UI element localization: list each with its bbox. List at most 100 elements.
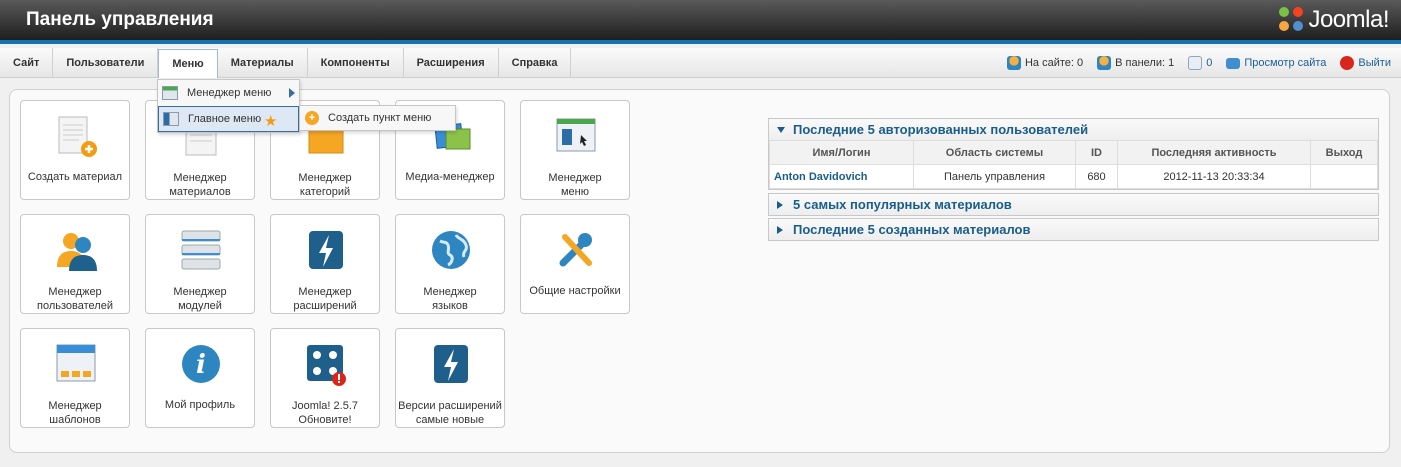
logo-text: Joomla! [1308,6,1389,33]
tile-label: Менеджер [548,172,602,184]
admin-status: В панели: 1 [1097,56,1174,70]
tile-label: Мой профиль [164,399,236,411]
menu-menus[interactable]: Меню [158,49,218,78]
messages-icon [1188,56,1203,70]
tile-label: Менеджер [298,172,352,184]
col-last-activity: Последняя активность [1117,140,1311,165]
users-icon [57,233,97,271]
main-menubar: Сайт Пользователи Меню Материалы Компоне… [0,48,1401,78]
user-id: 680 [1075,164,1118,189]
module-latest-header[interactable]: Последние 5 созданных материалов [769,219,1378,240]
view-site-label: Просмотр сайта [1244,57,1327,69]
svg-text:i: i [196,350,206,380]
module-popular-header[interactable]: 5 самых популярных материалов [769,194,1378,215]
col-logout: Выход [1310,140,1378,165]
main-menu-icon [163,112,179,126]
chevron-right-icon [777,225,783,234]
col-name: Имя/Логин [769,140,914,165]
lightning-icon [434,345,468,383]
tile-label: Общие настройки [529,285,621,297]
tile-label: Менеджер [48,400,102,412]
joomla-update-icon [307,345,346,386]
tile-template-manager[interactable]: Менеджер шаблонов [20,328,130,428]
module-logged-title: Последние 5 авторизованных пользователей [793,122,1089,137]
tile-global-config[interactable]: Общие настройки [520,214,630,314]
menu-help[interactable]: Справка [499,48,572,78]
table-row: Anton Davidovich Панель управления 680 2… [769,164,1378,189]
messages-status[interactable]: 0 [1188,56,1212,70]
tile-label-line2: расширений [293,300,357,312]
tile-module-manager[interactable]: Менеджер модулей [145,214,255,314]
module-latest: Последние 5 созданных материалов [768,218,1379,241]
col-area: Область системы [913,140,1076,165]
tile-menu-manager[interactable]: Менеджер меню [520,100,630,200]
user-name-link[interactable]: Anton Davidovich [769,164,914,189]
module-latest-title: Последние 5 созданных материалов [793,222,1031,237]
menu-manager-icon [162,86,178,100]
main-menu-label: Главное меню [188,113,262,125]
menu-manager-icon [556,118,596,152]
joomla-logo-icon [1279,7,1305,33]
logout-icon [1340,56,1355,70]
star-icon: ★ [264,113,278,130]
tile-label: Менеджер [173,172,227,184]
tile-label: Медиа-менеджер [405,171,495,183]
dropdown-main-menu[interactable]: Главное меню ★ [158,106,299,132]
module-logged-users: Последние 5 авторизованных пользователей… [768,118,1379,190]
tile-label: Версии расширений [398,400,502,412]
menu-extensions[interactable]: Расширения [404,48,499,78]
chevron-down-icon [777,126,785,133]
menu-components[interactable]: Компоненты [308,48,404,78]
module-logged-header[interactable]: Последние 5 авторизованных пользователей [769,119,1378,140]
col-id: ID [1075,140,1118,165]
globe-icon [432,231,470,269]
tile-my-profile[interactable]: i Мой профиль [145,328,255,428]
user-area: Панель управления [913,164,1076,189]
tile-label: Создать материал [27,171,123,183]
tile-user-manager[interactable]: Менеджер пользователей [20,214,130,314]
tile-label-line2: категорий [299,186,351,198]
messages-count: 0 [1206,57,1213,69]
online-status: На сайте: 0 [1006,56,1084,70]
logout-label: Выйти [1358,57,1391,69]
monitor-icon [1226,57,1241,69]
tile-label: Менеджер [48,286,102,298]
status-area: На сайте: 0 В панели: 1 0 Просмотр сайта… [993,48,1391,78]
module-popular-title: 5 самых популярных материалов [793,197,1012,212]
tile-extension-manager[interactable]: Менеджер расширений [270,214,380,314]
user-logout[interactable] [1310,164,1378,189]
joomla-logo[interactable]: Joomla! [1279,6,1389,34]
chevron-right-icon [289,88,295,98]
plus-icon: + [305,111,319,125]
add-item-label: Создать пункт меню [328,112,432,124]
menu-manager-label: Менеджер меню [187,87,272,99]
users-online-icon [1006,56,1021,70]
submenu-add-item[interactable]: + Создать пункт меню [299,105,456,131]
menu-users[interactable]: Пользователи [53,48,159,78]
tile-label: Joomla! 2.5.7 [291,400,359,412]
menus-dropdown: Менеджер меню Главное меню ★ [157,79,300,133]
menu-site[interactable]: Сайт [0,48,54,78]
logout-link[interactable]: Выйти [1340,56,1391,70]
tile-label-line2: меню [560,186,589,198]
tile-label: Менеджер [173,286,227,298]
logged-users-table: Имя/Логин Область системы ID Последняя а… [769,140,1378,189]
tile-label-line2: модулей [178,300,222,312]
module-popular: 5 самых популярных материалов [768,193,1379,216]
view-site-link[interactable]: Просмотр сайта [1226,57,1326,69]
dropdown-menu-manager[interactable]: Менеджер меню [158,80,299,106]
tile-label-line2: материалов [169,186,231,198]
tile-add-article[interactable]: Создать материал [20,100,130,200]
page-title: Панель управления [26,9,214,30]
modules-icon [181,230,221,270]
template-icon [56,344,96,382]
tile-joomla-update[interactable]: Joomla! 2.5.7 Обновите! [270,328,380,428]
online-count: На сайте: 0 [1024,57,1084,69]
tile-label-line2: Обновите! [298,414,352,426]
tile-label-line2: пользователей [37,300,113,312]
tile-extension-updates[interactable]: Версии расширений самые новые [395,328,505,428]
chevron-right-icon [777,200,783,209]
menu-content[interactable]: Материалы [218,48,308,78]
user-last-activity: 2012-11-13 20:33:34 [1117,164,1311,189]
tile-language-manager[interactable]: Менеджер языков [395,214,505,314]
